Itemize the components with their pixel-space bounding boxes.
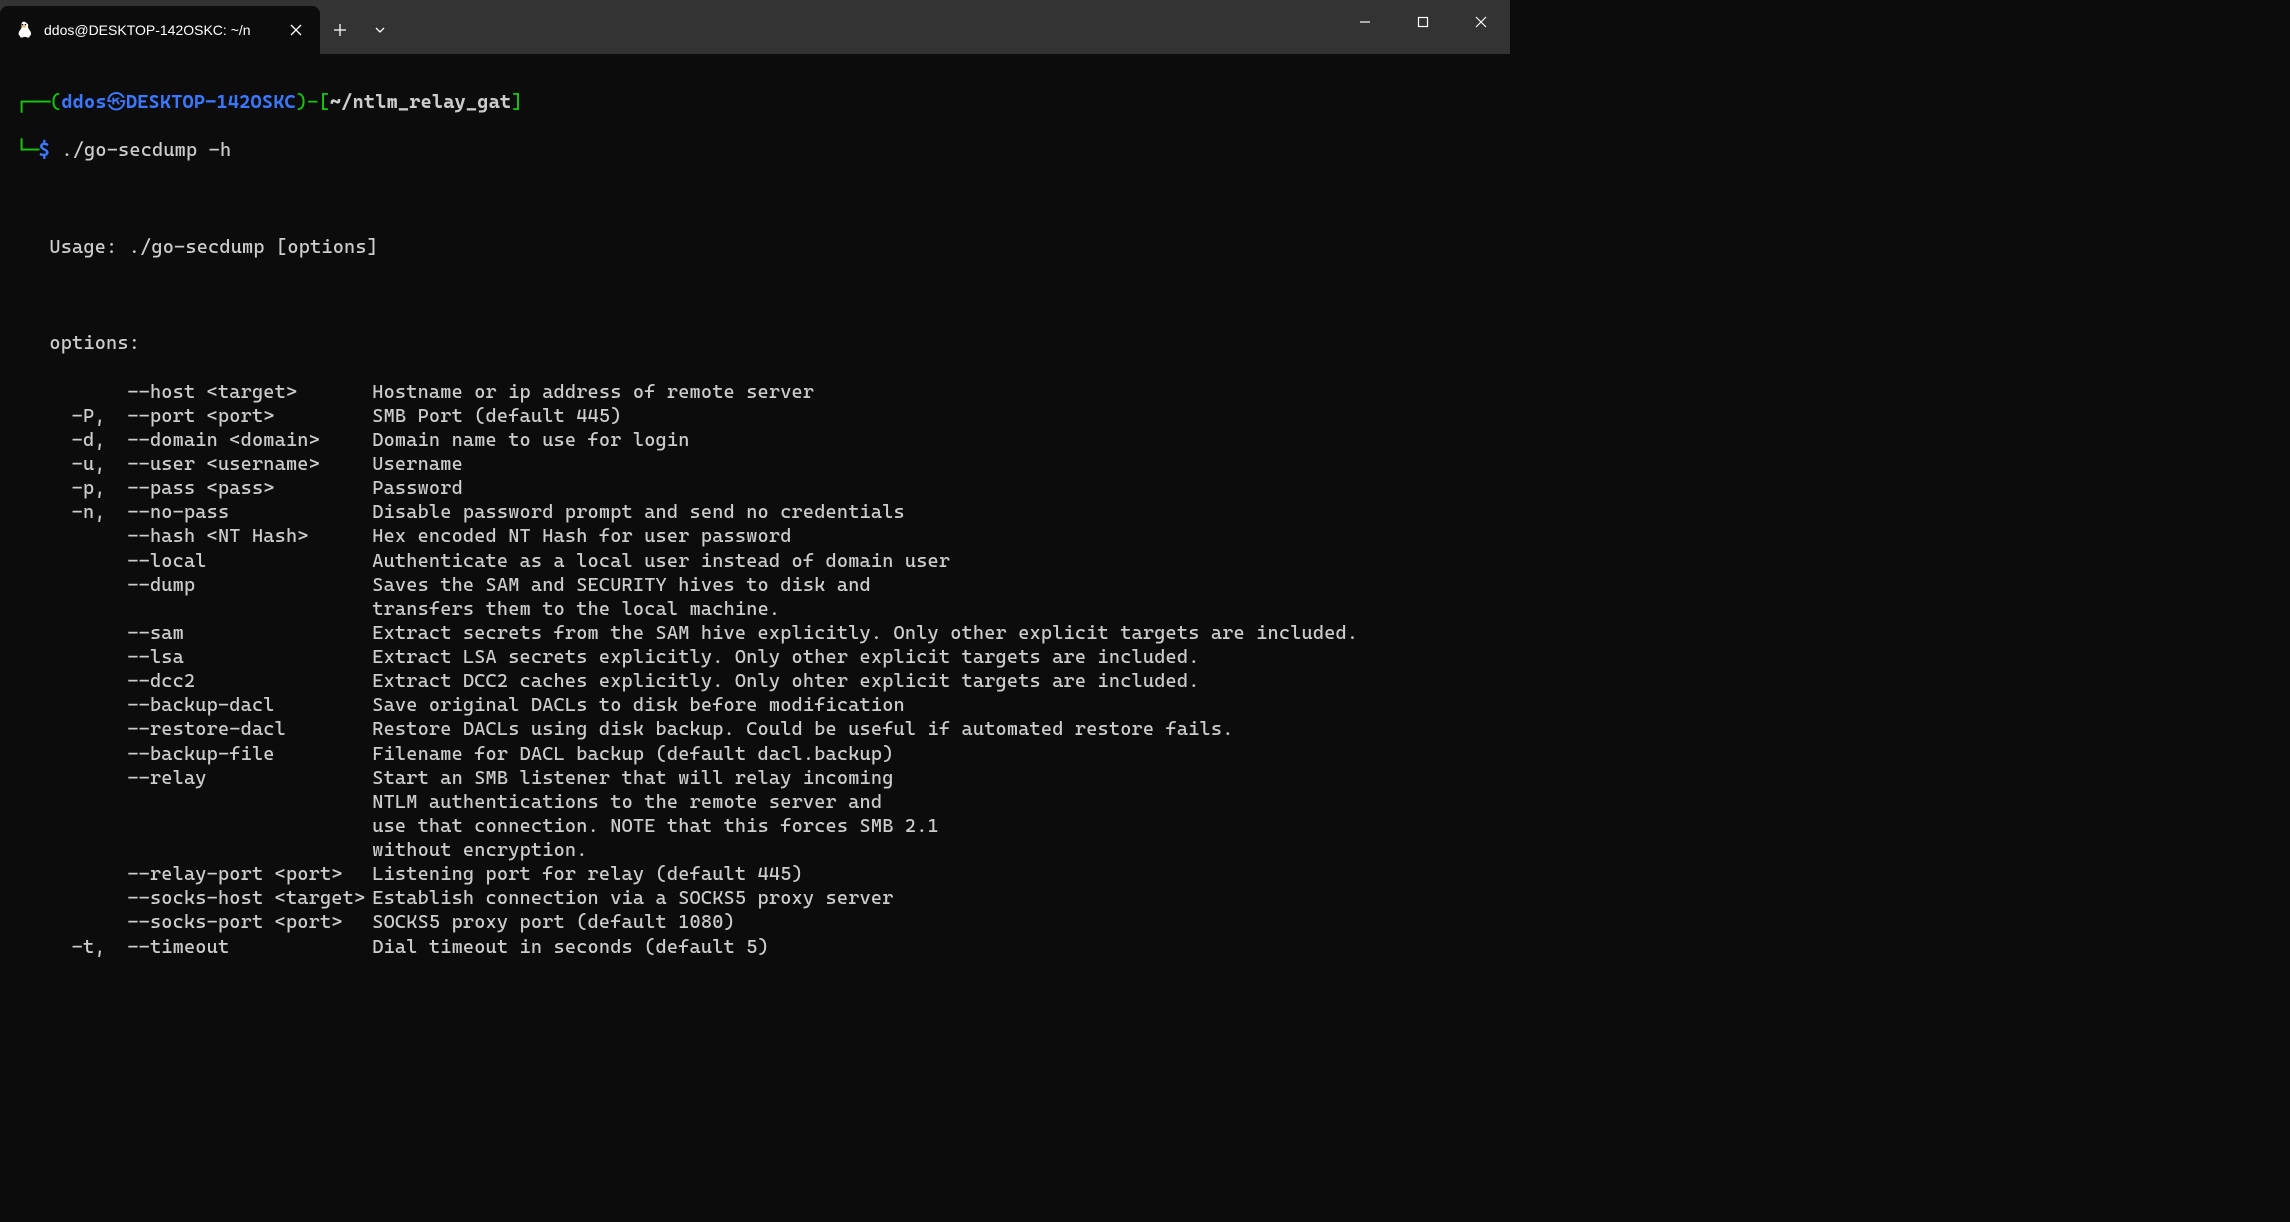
option-row: --host <target>Hostname or ip address of… [16, 380, 1494, 404]
terminal-output[interactable]: ┌──(ddos㉿DESKTOP-142OSKC)-[~/ntlm_relay_… [0, 54, 1510, 983]
usage-line: Usage: ./go-secdump [options] [16, 235, 1494, 259]
option-row: --socks-host <target>Establish connectio… [16, 886, 1494, 910]
minimize-button[interactable] [1336, 0, 1394, 44]
option-desc-continuation: without encryption. [16, 838, 1494, 862]
prompt-line-1: ┌──(ddos㉿DESKTOP-142OSKC)-[~/ntlm_relay_… [16, 90, 1494, 114]
option-row: -d,--domain <domain>Domain name to use f… [16, 428, 1494, 452]
option-row: --socks-port <port>SOCKS5 proxy port (de… [16, 910, 1494, 934]
blank-line [16, 187, 1494, 211]
option-row: --relayStart an SMB listener that will r… [16, 766, 1494, 790]
option-desc: Authenticate as a local user instead of … [372, 550, 950, 572]
option-desc: Listening port for relay (default 445) [372, 863, 803, 885]
option-flag: --relay [127, 766, 372, 790]
option-desc: Start an SMB listener that will relay in… [372, 767, 893, 789]
option-flag: --hash <NT Hash> [127, 524, 372, 548]
option-desc: Domain name to use for login [372, 429, 689, 451]
option-desc: SOCKS5 proxy port (default 1080) [372, 911, 735, 933]
maximize-button[interactable] [1394, 0, 1452, 44]
option-flag: --no-pass [127, 500, 372, 524]
option-short: -p, [72, 476, 128, 500]
options-list: --host <target>Hostname or ip address of… [16, 380, 1494, 959]
option-desc: Disable password prompt and send no cred… [372, 501, 905, 523]
option-flag: --host <target> [127, 380, 372, 404]
option-desc: Save original DACLs to disk before modif… [372, 694, 905, 716]
option-row: -t,--timeoutDial timeout in seconds (def… [16, 935, 1494, 959]
option-flag: --socks-port <port> [127, 910, 372, 934]
option-row: --backup-fileFilename for DACL backup (d… [16, 742, 1494, 766]
option-flag: --lsa [127, 645, 372, 669]
option-flag: --pass <pass> [127, 476, 372, 500]
option-desc: Dial timeout in seconds (default 5) [372, 936, 769, 958]
option-flag: --domain <domain> [127, 428, 372, 452]
command-text: ./go-secdump -h [61, 139, 231, 161]
option-flag: --user <username> [127, 452, 372, 476]
tux-icon [14, 20, 34, 40]
option-row: -u,--user <username>Username [16, 452, 1494, 476]
option-short: -n, [72, 500, 128, 524]
new-tab-button[interactable] [320, 6, 360, 54]
prompt-line-2: └─$ ./go-secdump -h [16, 138, 1494, 162]
option-desc-continuation: transfers them to the local machine. [16, 597, 1494, 621]
titlebar: ddos@DESKTOP-142OSKC: ~/n [0, 0, 1510, 54]
option-flag: --dcc2 [127, 669, 372, 693]
option-flag: --port <port> [127, 404, 372, 428]
window-controls [1336, 0, 1510, 44]
option-short: -d, [72, 428, 128, 452]
option-flag: --dump [127, 573, 372, 597]
option-desc: Password [372, 477, 463, 499]
close-window-button[interactable] [1452, 0, 1510, 44]
option-desc: SMB Port (default 445) [372, 405, 621, 427]
option-desc: Establish connection via a SOCKS5 proxy … [372, 887, 893, 909]
option-row: --restore-daclRestore DACLs using disk b… [16, 717, 1494, 741]
option-flag: --relay-port <port> [127, 862, 372, 886]
option-short: -u, [72, 452, 128, 476]
options-header: options: [16, 331, 1494, 355]
option-row: -P,--port <port>SMB Port (default 445) [16, 404, 1494, 428]
option-desc: Hex encoded NT Hash for user password [372, 525, 791, 547]
option-flag: --sam [127, 621, 372, 645]
option-desc: Extract DCC2 caches explicitly. Only oht… [372, 670, 1199, 692]
blank-line-2 [16, 283, 1494, 307]
option-desc-continuation: NTLM authentications to the remote serve… [16, 790, 1494, 814]
option-row: --hash <NT Hash>Hex encoded NT Hash for … [16, 524, 1494, 548]
option-desc-continuation: use that connection. NOTE that this forc… [16, 814, 1494, 838]
option-desc: Filename for DACL backup (default dacl.b… [372, 743, 893, 765]
option-flag: --timeout [127, 935, 372, 959]
option-flag: --backup-file [127, 742, 372, 766]
option-desc: Restore DACLs using disk backup. Could b… [372, 718, 1233, 740]
option-desc: Extract secrets from the SAM hive explic… [372, 622, 1358, 644]
option-row: --backup-daclSave original DACLs to disk… [16, 693, 1494, 717]
option-row: -p,--pass <pass>Password [16, 476, 1494, 500]
terminal-tab[interactable]: ddos@DESKTOP-142OSKC: ~/n [0, 6, 320, 54]
option-desc: Saves the SAM and SECURITY hives to disk… [372, 574, 871, 596]
close-tab-button[interactable] [282, 16, 310, 44]
option-row: --relay-port <port>Listening port for re… [16, 862, 1494, 886]
option-desc: Username [372, 453, 463, 475]
option-row: --samExtract secrets from the SAM hive e… [16, 621, 1494, 645]
option-row: --lsaExtract LSA secrets explicitly. Onl… [16, 645, 1494, 669]
option-row: -n,--no-passDisable password prompt and … [16, 500, 1494, 524]
tab-dropdown-button[interactable] [360, 6, 400, 54]
option-flag: --local [127, 549, 372, 573]
option-row: --localAuthenticate as a local user inst… [16, 549, 1494, 573]
option-flag: --restore-dacl [127, 717, 372, 741]
option-row: --dumpSaves the SAM and SECURITY hives t… [16, 573, 1494, 597]
option-desc: Hostname or ip address of remote server [372, 381, 814, 403]
option-flag: --socks-host <target> [127, 886, 372, 910]
option-short: -t, [72, 935, 128, 959]
tab-title: ddos@DESKTOP-142OSKC: ~/n [44, 22, 282, 38]
option-short: -P, [72, 404, 128, 428]
option-desc: Extract LSA secrets explicitly. Only oth… [372, 646, 1199, 668]
option-flag: --backup-dacl [127, 693, 372, 717]
option-row: --dcc2Extract DCC2 caches explicitly. On… [16, 669, 1494, 693]
